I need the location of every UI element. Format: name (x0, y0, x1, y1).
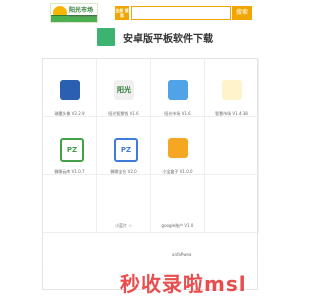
app-cell[interactable]: PZ 微聊宝仓 V2.0 (97, 117, 151, 175)
app-cell[interactable]: 阳光 阳光智慧钱 V1.6 (97, 59, 151, 117)
gift-icon[interactable] (222, 80, 242, 100)
box-icon[interactable] (168, 138, 188, 158)
app-name[interactable]: google账户 V1.0 (151, 223, 204, 229)
pz-blue-icon[interactable]: PZ (114, 138, 138, 162)
app-cell[interactable] (43, 175, 97, 233)
app-grid: 球魔头像 V2.2.9 阳光 阳光智慧钱 V1.6 阳光市场 V1.6 智慧市场 V1.… (42, 58, 259, 290)
search-category[interactable]: 全部 搜索 (115, 6, 129, 20)
app-name[interactable]: 小蓝片 ☆ (97, 223, 150, 229)
section-title: 安卓版平板软件下载 (123, 33, 213, 45)
site-logo[interactable]: 阳光市场 www.ygsc.com (50, 3, 98, 23)
section-header: 安卓版平板软件下载 (97, 26, 257, 48)
app-cell[interactable]: 小蓝片 ☆ (97, 175, 151, 233)
app-cell[interactable] (205, 175, 259, 233)
shopping-bag-icon[interactable] (168, 80, 188, 100)
app-cell[interactable]: 阳光市场 V1.6 (151, 59, 205, 117)
app-cell[interactable]: 智慧市场 V1.4.38 (205, 59, 259, 117)
page-header: 阳光市场 www.ygsc.com 全部 搜索 搜索 (0, 0, 300, 26)
app-cell[interactable]: 小宝盒子 V1.0.0 (151, 117, 205, 175)
logo-subtitle: www.ygsc.com (69, 13, 98, 18)
extra-text: anfaPwea (172, 252, 192, 257)
app-cell[interactable]: 球魔头像 V2.2.9 (43, 59, 97, 117)
search-input[interactable] (131, 6, 231, 20)
watermark-area: 秒收录啦msl (0, 260, 300, 300)
app-cell[interactable]: PZ 微聊云库 V1.0.7 (43, 117, 97, 175)
watermark: 秒收录啦msl (120, 272, 247, 296)
app-cell[interactable] (205, 117, 259, 175)
section-square-icon (97, 28, 115, 46)
sun-app-icon[interactable]: 阳光 (114, 80, 134, 100)
app-icon-blue[interactable] (60, 80, 80, 100)
search-button[interactable]: 搜索 (232, 6, 252, 20)
pz-green-icon[interactable]: PZ (60, 138, 84, 162)
app-cell[interactable]: google账户 V1.0 (151, 175, 205, 233)
